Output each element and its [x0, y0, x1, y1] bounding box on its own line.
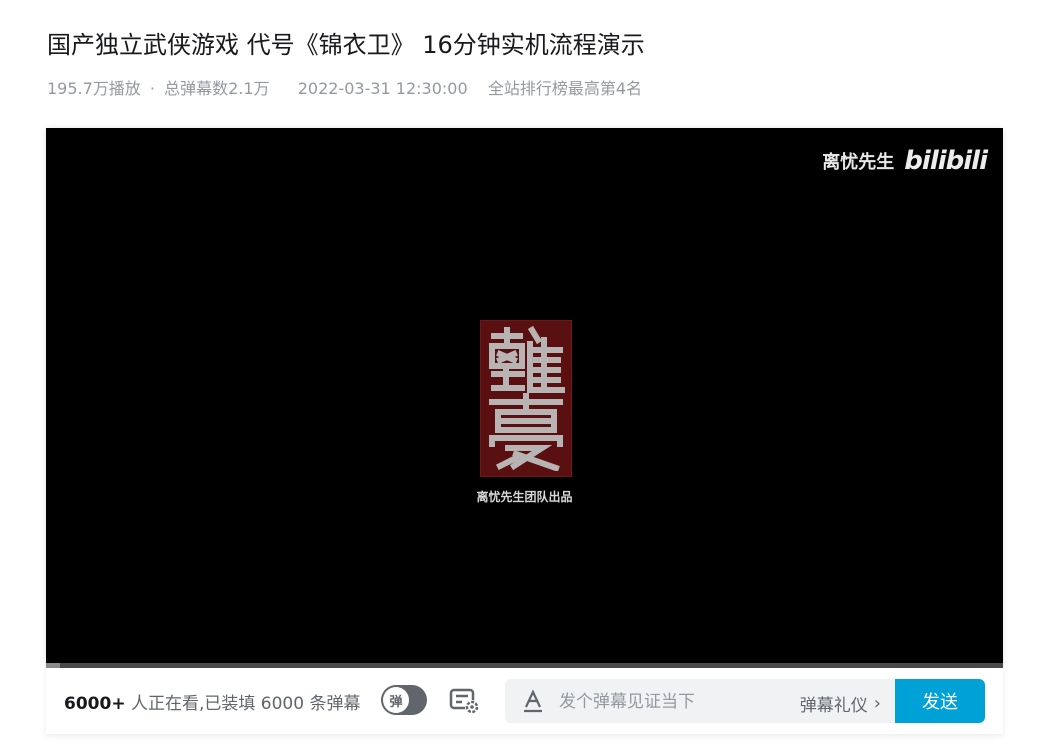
view-count: 195.7万播放	[47, 79, 141, 98]
etiquette-label: 弹幕礼仪	[799, 696, 868, 716]
danmaku-settings-icon[interactable]	[449, 687, 481, 715]
danmaku-input-box: 弹幕礼仪 ›	[505, 679, 895, 725]
publish-date: 2022-03-31 12:30:00	[297, 79, 468, 98]
viewer-text: 人正在看,已装填 6000 条弹幕	[125, 694, 361, 714]
studio-credit: 离忧先生团队出品	[476, 490, 573, 504]
danmaku-toggle-knob: 弹	[383, 687, 409, 713]
rank-badge[interactable]: 全站排行榜最高第4名	[488, 78, 642, 100]
danmaku-total: 总弹幕数2.1万	[164, 79, 270, 98]
send-button[interactable]: 发送	[895, 679, 985, 723]
seal-glyph-icon	[489, 326, 565, 471]
danmaku-bar: 6000+ 人正在看,已装填 6000 条弹幕 弹 弹幕礼仪 › 发送	[46, 668, 1003, 734]
watermark-author: 离忧先生	[822, 152, 895, 173]
video-title: 国产独立武侠游戏 代号《锦衣卫》 16分钟实机流程演示	[47, 31, 645, 59]
danmaku-toggle[interactable]: 弹	[381, 685, 427, 715]
viewer-info: 6000+ 人正在看,已装填 6000 条弹幕	[64, 689, 360, 714]
watermark: 离忧先生 bilibili	[822, 146, 988, 176]
font-style-icon[interactable]	[521, 689, 545, 713]
chevron-right-icon: ›	[873, 693, 881, 714]
danmaku-input[interactable]	[557, 679, 771, 725]
viewer-count: 6000+	[64, 694, 126, 714]
bilibili-logo: bilibili	[904, 146, 988, 176]
meta-separator: ·	[149, 79, 155, 98]
danmaku-etiquette-link[interactable]: 弹幕礼仪 ›	[800, 691, 881, 716]
video-player[interactable]: 离忧先生 bilibili 离忧先生团队出品	[46, 128, 1003, 668]
seal-logo	[480, 320, 572, 477]
video-meta: 195.7万播放 · 总弹幕数2.1万 2022-03-31 12:30:00 …	[47, 78, 642, 100]
